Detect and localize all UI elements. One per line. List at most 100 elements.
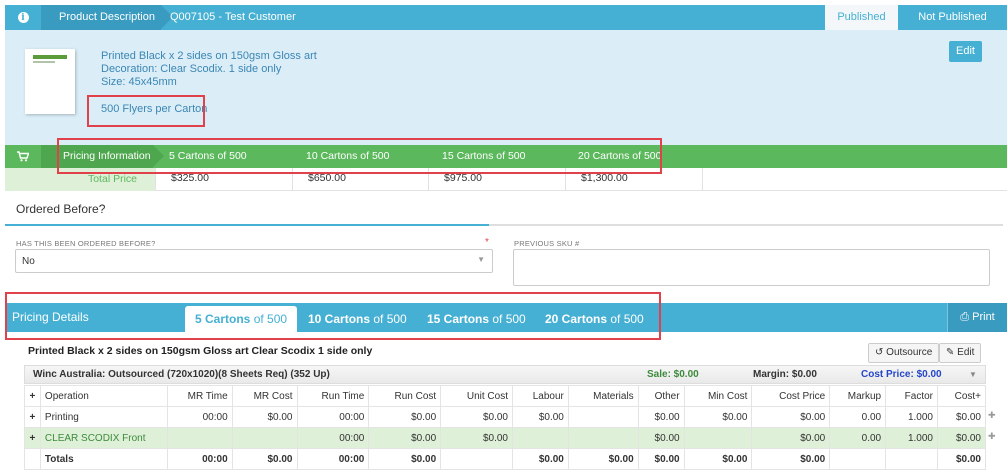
add-comment-icon[interactable]: ✚ — [988, 431, 996, 442]
pricing-details-title: Pricing Details — [12, 310, 89, 324]
column-header: MR Cost — [231, 385, 298, 407]
tab-5-cartons[interactable]: 5 Cartons of 500 — [185, 306, 298, 332]
totals-label: Totals — [39, 448, 168, 470]
table-cell: $0.00 — [440, 406, 513, 428]
tab-label-rest: of 500 — [250, 312, 288, 326]
required-indicator: * — [485, 237, 489, 248]
edit-pricing-button[interactable]: ✎ Edit — [939, 343, 982, 363]
table-cell: 00:00 — [296, 448, 370, 470]
edit-product-button[interactable]: Edit — [949, 41, 982, 62]
table-cell: $0.00 — [637, 406, 685, 428]
table-cell: 0.00 — [829, 406, 887, 428]
cart-cell — [5, 145, 41, 168]
table-cell: $0.00 — [511, 448, 569, 470]
ordered-before-value: No — [22, 256, 35, 267]
pricing-details-bar: Pricing Details 5 Cartons of 500 10 Cart… — [5, 303, 1007, 332]
table-cell: 00:00 — [296, 406, 370, 428]
supplier-row[interactable]: Winc Australia: Outsourced (720x1020)(8 … — [24, 365, 986, 384]
section-divider-accent — [5, 224, 489, 226]
table-cell: $0.00 — [368, 448, 442, 470]
breadcrumb-product-description[interactable]: Product Description — [41, 5, 173, 30]
column-header: Cost Price — [751, 385, 831, 407]
table-cell: 1.000 — [885, 427, 938, 449]
total-price-cell: $325.00 — [155, 168, 292, 191]
tab-label-rest: of 500 — [607, 312, 644, 326]
expand-row-icon[interactable]: + — [24, 406, 41, 428]
spec-line: Size: 45x45mm — [101, 76, 177, 88]
ordered-before-select[interactable]: No ▼ — [15, 249, 493, 273]
table-cell: 0.00 — [829, 427, 887, 449]
pricing-column-header: 15 Cartons of 500 — [442, 150, 526, 162]
not-published-button[interactable]: Not Published — [898, 5, 1007, 30]
table-row[interactable]: + CLEAR SCODIX Front 00:00 $0.00 $0.00 $… — [24, 427, 986, 449]
column-header: Other — [637, 385, 685, 407]
tab-label-bold: 15 Cartons — [427, 312, 490, 326]
thumbnail-text — [33, 61, 55, 63]
total-price-cell: $1,300.00 — [565, 168, 702, 191]
add-operation-icon[interactable]: + — [24, 385, 41, 407]
table-cell: 00:00 — [166, 448, 233, 470]
operations-table: + Operation MR Time MR Cost Run Time Run… — [24, 385, 986, 470]
column-header: Run Time — [296, 385, 370, 407]
table-cell — [683, 427, 753, 449]
table-cell: $0.00 — [440, 427, 513, 449]
supplier-sale: Sale: $0.00 — [647, 369, 699, 380]
tab-15-cartons[interactable]: 15 Cartons of 500 — [417, 306, 536, 332]
printer-icon: ⎙ — [960, 311, 970, 323]
product-specs: Printed Black x 2 sides on 150gsm Gloss … — [101, 50, 317, 89]
table-cell — [885, 448, 938, 470]
table-cell — [231, 427, 298, 449]
supplier-cost-price: Cost Price: $0.00 — [861, 369, 942, 380]
supplier-name: Winc Australia: Outsourced (720x1020)(8 … — [33, 369, 330, 380]
table-row[interactable]: + Printing 00:00 $0.00 00:00 $0.00 $0.00… — [24, 406, 986, 428]
tab-label-bold: 5 Cartons — [195, 312, 251, 326]
table-cell: $0.00 — [511, 406, 569, 428]
previous-sku-input[interactable] — [513, 249, 990, 286]
table-cell: $0.00 — [683, 406, 753, 428]
column-header: Markup — [829, 385, 887, 407]
product-thumbnail — [25, 49, 75, 114]
table-cell: $0.00 — [937, 427, 986, 449]
table-cell: 1.000 — [885, 406, 938, 428]
total-price-row: Total Price $325.00 $650.00 $975.00 $1,3… — [5, 168, 1007, 191]
total-price-empty-cell — [702, 168, 1007, 191]
info-cell: i — [5, 5, 41, 30]
column-header: Factor — [885, 385, 938, 407]
print-button[interactable]: ⎙ Print — [947, 303, 1007, 332]
tab-10-cartons[interactable]: 10 Cartons of 500 — [298, 306, 417, 332]
expand-row-icon[interactable]: + — [24, 427, 41, 449]
total-price-cell: $650.00 — [292, 168, 428, 191]
outsource-button[interactable]: ↺ Outsource — [868, 343, 940, 363]
ordered-before-title: Ordered Before? — [16, 202, 106, 216]
table-cell: $0.00 — [637, 448, 685, 470]
table-cell: $0.00 — [751, 448, 831, 470]
table-cell: $0.00 — [231, 406, 298, 428]
total-price-cell: $975.00 — [428, 168, 565, 191]
table-cell — [829, 448, 887, 470]
table-cell: 00:00 — [166, 406, 233, 428]
edit-pricing-label: Edit — [957, 347, 975, 358]
table-cell: 00:00 — [296, 427, 370, 449]
tab-label-bold: 10 Cartons — [308, 312, 371, 326]
flyers-per-carton: 500 Flyers per Carton — [101, 103, 208, 115]
pricing-column-header: 10 Cartons of 500 — [306, 150, 390, 162]
quote-title: Q007105 - Test Customer — [170, 11, 296, 23]
table-header-row: + Operation MR Time MR Cost Run Time Run… — [24, 385, 986, 407]
chevron-down-icon: ▼ — [477, 255, 485, 264]
print-label: Print — [972, 311, 995, 323]
pricing-information-bar: Pricing Information 5 Cartons of 500 10 … — [5, 145, 1007, 168]
table-cell: $0.00 — [368, 406, 442, 428]
chevron-down-icon[interactable]: ▼ — [969, 366, 977, 383]
add-comment-icon[interactable]: ✚ — [988, 410, 996, 421]
table-cell: $0.00 — [937, 448, 986, 470]
published-button[interactable]: Published — [825, 5, 898, 30]
table-cell: $0.00 — [637, 427, 685, 449]
table-cell — [511, 427, 569, 449]
table-cell — [440, 448, 513, 470]
tab-20-cartons[interactable]: 20 Cartons of 500 — [535, 306, 654, 332]
column-header: Labour — [511, 385, 569, 407]
pricing-column-header: 20 Cartons of 500 — [578, 150, 662, 162]
operation-name: Printing — [39, 406, 168, 428]
supplier-margin: Margin: $0.00 — [753, 369, 817, 380]
outsource-label: Outsource — [886, 347, 933, 358]
